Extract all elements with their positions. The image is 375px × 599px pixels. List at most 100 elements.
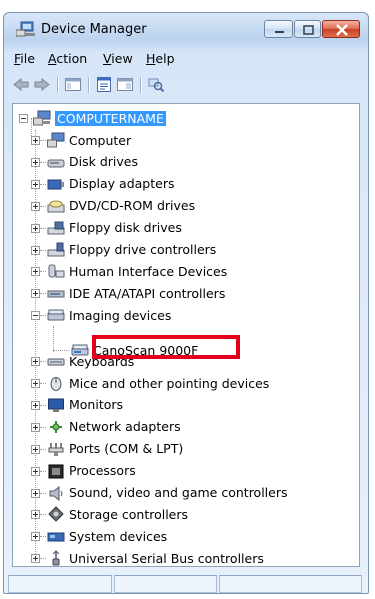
tree-category-label: Disk drives <box>69 154 138 170</box>
category-expander[interactable] <box>31 201 40 211</box>
root-label: COMPUTERNAME <box>55 110 166 126</box>
floppy-controller-icon <box>47 242 65 256</box>
tree-category-label: Network adapters <box>69 419 181 435</box>
tree-category[interactable]: Universal Serial Bus controllers <box>47 548 264 566</box>
system-device-icon <box>47 532 65 542</box>
menu-file[interactable]: File <box>14 51 35 66</box>
tree-category-label: DVD/CD-ROM drives <box>69 198 196 214</box>
tree-category-label: Monitors <box>69 397 124 413</box>
tree-category-label: Human Interface Devices <box>69 263 228 279</box>
device-manager-window: Device Manager File Action View Help COM… <box>3 12 369 594</box>
back-arrow-icon[interactable] <box>12 76 30 93</box>
close-icon <box>336 24 348 36</box>
mouse-icon <box>50 377 62 391</box>
status-cell <box>219 575 363 593</box>
tree-category[interactable]: Floppy drive controllers <box>47 240 216 260</box>
menu-bar: File Action View Help <box>6 49 366 69</box>
tree-category-label: Storage controllers <box>69 506 189 522</box>
minimize-button[interactable] <box>264 20 293 38</box>
tree-category[interactable]: Human Interface Devices <box>47 261 227 281</box>
category-expander[interactable] <box>31 510 40 520</box>
tree-category-label: Mice and other pointing devices <box>69 375 270 391</box>
device-tree: COMPUTERNAME Computer Disk drives Display … <box>12 103 360 567</box>
tree-category-label: Imaging devices <box>69 307 172 323</box>
tree-category[interactable]: DVD/CD-ROM drives <box>47 196 195 216</box>
tree-category-label: Floppy disk drives <box>69 220 182 236</box>
category-expander[interactable] <box>31 400 40 410</box>
tree-category-label: Computer <box>69 132 132 148</box>
storage-controller-icon <box>48 506 64 523</box>
tree-category[interactable]: IDE ATA/ATAPI controllers <box>47 283 225 303</box>
monitor-icon <box>48 398 64 412</box>
keyboard-icon <box>47 358 65 366</box>
root-expander[interactable] <box>19 114 28 123</box>
device-manager-app-icon <box>16 21 35 37</box>
network-adapter-icon <box>50 420 62 433</box>
maximize-icon <box>303 25 314 35</box>
port-icon <box>48 442 64 456</box>
category-expander[interactable] <box>31 223 40 233</box>
tree-category[interactable]: Display adapters <box>47 174 174 194</box>
category-expander[interactable] <box>31 267 40 277</box>
tree-category-label: System devices <box>69 528 168 544</box>
category-expander[interactable] <box>31 157 40 167</box>
highlight-box <box>92 335 240 359</box>
category-expander[interactable] <box>31 466 40 476</box>
tree-category-label: Sound, video and game controllers <box>69 485 288 500</box>
tree-category-label: Universal Serial Bus controllers <box>69 550 264 566</box>
category-expander[interactable] <box>31 136 40 145</box>
show-hide-console-tree-icon[interactable] <box>64 76 82 93</box>
minimize-icon <box>275 31 284 33</box>
display-adapter-icon <box>47 179 64 190</box>
help-icon[interactable] <box>116 76 134 93</box>
category-expander[interactable] <box>31 422 40 432</box>
tree-category-label: Floppy drive controllers <box>69 242 217 257</box>
properties-icon[interactable] <box>95 76 113 93</box>
tree-category[interactable]: Imaging devices <box>47 305 171 325</box>
forward-arrow-icon[interactable] <box>33 76 51 93</box>
tree-category-label: Ports (COM & LPT) <box>69 441 184 457</box>
tree-category[interactable]: Ports (COM & LPT) <box>47 439 183 459</box>
category-expander[interactable] <box>31 444 40 454</box>
imaging-device-icon <box>47 309 65 321</box>
category-expander[interactable] <box>31 179 40 189</box>
tree-category[interactable]: Mice and other pointing devices <box>47 373 269 393</box>
usb-icon <box>52 550 60 566</box>
tree-category-label: IDE ATA/ATAPI controllers <box>69 285 226 301</box>
tree-category[interactable]: System devices <box>47 526 167 546</box>
dvd-drive-icon <box>47 200 65 213</box>
tree-category[interactable]: Processors <box>47 461 136 481</box>
scanner-icon <box>71 344 89 356</box>
menu-action[interactable]: Action <box>48 51 87 66</box>
tree-category[interactable]: Sound, video and game controllers <box>47 483 288 503</box>
tree-category[interactable]: Storage controllers <box>47 504 188 524</box>
disk-drive-icon <box>47 159 65 168</box>
menu-help[interactable]: Help <box>146 51 175 66</box>
computer-icon <box>33 110 51 126</box>
category-expander[interactable] <box>31 554 40 564</box>
status-bar <box>8 575 364 593</box>
category-expander[interactable] <box>31 488 40 498</box>
computer-icon <box>47 132 65 148</box>
tree-root[interactable]: COMPUTERNAME <box>33 108 166 128</box>
menu-view[interactable]: View <box>103 51 133 66</box>
category-expander[interactable] <box>31 311 40 321</box>
status-cell <box>8 575 112 593</box>
category-expander[interactable] <box>31 245 40 255</box>
tree-category[interactable]: Disk drives <box>47 152 138 172</box>
processor-icon <box>48 464 64 479</box>
close-button[interactable] <box>322 20 360 38</box>
category-expander[interactable] <box>31 532 40 542</box>
tree-category[interactable]: Network adapters <box>47 417 181 437</box>
category-expander[interactable] <box>31 357 40 367</box>
title-bar[interactable]: Device Manager <box>4 13 368 47</box>
ide-controller-icon <box>47 290 65 298</box>
floppy-disk-icon <box>47 221 65 235</box>
tree-category[interactable]: Monitors <box>47 395 123 415</box>
maximize-button[interactable] <box>294 20 321 38</box>
category-expander[interactable] <box>31 379 40 388</box>
scan-hardware-icon[interactable] <box>147 76 165 93</box>
tree-category[interactable]: Computer <box>47 130 131 150</box>
category-expander[interactable] <box>31 289 40 299</box>
tree-category[interactable]: Floppy disk drives <box>47 218 182 238</box>
